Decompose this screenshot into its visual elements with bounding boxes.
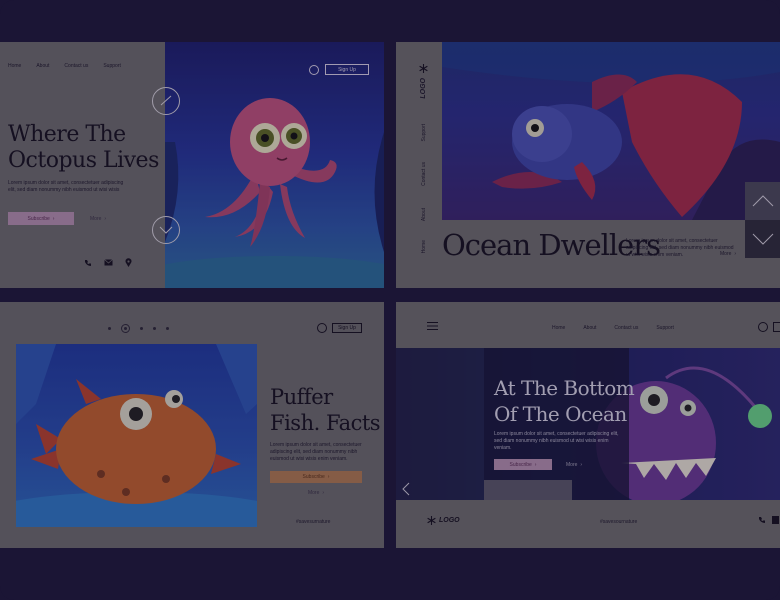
chevron-up-icon — [160, 95, 172, 106]
card-puffer-fish: Sign Up Puffer Fish. Facts Lorem ipsum d… — [0, 302, 384, 548]
bottom-progress-bar — [484, 480, 572, 500]
snowflake-icon — [427, 516, 436, 525]
nav-about[interactable]: About — [36, 63, 49, 69]
nav-contact[interactable]: Contact us — [614, 325, 638, 331]
chevron-right-icon: › — [327, 474, 330, 480]
bottom-footer-icons — [758, 516, 779, 524]
user-icon[interactable] — [758, 322, 768, 332]
chevron-right-icon: › — [534, 461, 537, 468]
location-pin-icon[interactable] — [125, 258, 132, 267]
ocean-nav-home[interactable]: Home — [421, 240, 427, 253]
pagination-dot[interactable] — [108, 327, 111, 330]
chevron-right-icon: › — [52, 215, 55, 222]
bottom-title-line2: Of The Ocean — [494, 402, 627, 426]
ocean-nav-about[interactable]: About — [421, 208, 427, 221]
user-icon[interactable] — [317, 323, 327, 333]
octopus-top-nav: Home About Contact us Support — [8, 63, 121, 69]
pagination-dot-active[interactable] — [121, 324, 130, 333]
phone-icon[interactable] — [758, 516, 766, 524]
octopus-more-label: More — [90, 215, 102, 222]
chevron-down-icon — [159, 226, 173, 234]
octopus-signup-area: Sign Up — [309, 64, 369, 75]
octopus-title-line1: Where The — [8, 122, 126, 147]
card-ocean-bottom: Home About Contact us Support At The Bot… — [396, 302, 780, 548]
bottom-subscribe-label: Subscribe — [509, 461, 532, 468]
chevron-right-icon: › — [322, 489, 325, 496]
betta-fish-illustration — [442, 42, 780, 220]
card-ocean-dwellers: LOGO Support Contact us About Home Ocean… — [396, 42, 780, 288]
puffer-signup-button[interactable]: Sign Up — [332, 323, 362, 333]
nav-support[interactable]: Support — [103, 63, 121, 69]
puffer-title-line2: Fish. Facts — [270, 411, 381, 435]
puffer-signup-area: Sign Up — [317, 323, 362, 333]
octopus-prev-arrow[interactable] — [152, 87, 180, 115]
ocean-logo[interactable]: LOGO — [420, 78, 427, 99]
pagination-dot[interactable] — [166, 327, 169, 330]
puffer-subscribe-label: Subscribe — [302, 474, 325, 480]
octopus-title-line2: Octopus Lives — [8, 148, 159, 173]
bottom-header-icons — [758, 322, 780, 332]
bottom-title-line1: At The Bottom — [494, 376, 635, 400]
user-icon[interactable] — [309, 64, 319, 75]
bottom-more-label: More — [566, 461, 578, 468]
octopus-title: Where The Octopus Lives — [8, 122, 159, 174]
chevron-right-icon: › — [104, 215, 107, 222]
snowflake-icon — [419, 64, 428, 73]
bottom-top-nav: Home About Contact us Support — [552, 325, 674, 331]
puffer-fish-illustration — [0, 344, 286, 536]
hamburger-icon[interactable] — [427, 322, 438, 330]
pagination-dot[interactable] — [153, 327, 156, 330]
ocean-nav-support[interactable]: Support — [421, 124, 427, 142]
chevron-left-icon[interactable] — [402, 482, 410, 496]
puffer-title-line1: Puffer — [270, 385, 333, 409]
mockup-canvas: Home About Contact us Support Where The … — [0, 0, 780, 600]
bottom-body-text: Lorem ipsum dolor sit amet, consectetuer… — [494, 431, 619, 451]
octopus-signup-button[interactable]: Sign Up — [325, 64, 369, 75]
octopus-contact-icons — [84, 258, 132, 267]
bottom-subscribe-button[interactable]: Subscribe › — [494, 459, 552, 470]
card-octopus: Home About Contact us Support Where The … — [0, 42, 384, 288]
ocean-nav-contact[interactable]: Contact us — [421, 162, 427, 186]
bag-icon[interactable] — [773, 322, 780, 332]
ocean-more-label: More — [720, 251, 732, 257]
bottom-hashtag: #savesournature — [600, 519, 638, 525]
octopus-subscribe-button[interactable]: Subscribe › — [8, 212, 74, 225]
puffer-subscribe-button[interactable]: Subscribe › — [270, 471, 362, 483]
puffer-title: Puffer Fish. Facts — [270, 384, 381, 436]
nav-support[interactable]: Support — [656, 325, 674, 331]
phone-icon[interactable] — [84, 259, 92, 267]
mail-icon[interactable] — [104, 259, 113, 266]
chevron-up-icon — [752, 195, 773, 207]
octopus-more-link[interactable]: More › — [90, 212, 106, 225]
ocean-more-link[interactable]: More › — [720, 250, 736, 258]
puffer-more-link[interactable]: More › — [270, 488, 362, 497]
pagination-dot[interactable] — [140, 327, 143, 330]
puffer-hashtag: #savesurnature — [296, 519, 331, 525]
octopus-subscribe-label: Subscribe — [27, 215, 50, 222]
nav-home[interactable]: Home — [552, 325, 565, 331]
puffer-fish-scene — [0, 344, 286, 536]
nav-home[interactable]: Home — [8, 63, 21, 69]
nav-about[interactable]: About — [583, 325, 596, 331]
nav-contact[interactable]: Contact us — [64, 63, 88, 69]
ocean-side-nav: LOGO Support Contact us About Home — [396, 42, 442, 288]
chevron-down-icon — [752, 233, 773, 245]
puffer-more-label: More — [307, 489, 320, 496]
chevron-right-icon: › — [734, 251, 737, 257]
octopus-ocean-scene — [135, 42, 384, 288]
ocean-fish-scene — [442, 42, 780, 220]
chevron-right-icon: › — [580, 461, 583, 468]
bottom-more-link[interactable]: More › — [566, 459, 582, 470]
puffer-body-text: Lorem ipsum dolor sit amet, consectetuer… — [270, 442, 362, 462]
ocean-down-arrow-button[interactable] — [745, 220, 780, 258]
bottom-title: At The Bottom Of The Ocean — [494, 375, 635, 427]
octopus-body-text: Lorem ipsum dolor sit amet, consectetuer… — [8, 180, 124, 193]
ocean-up-arrow-button[interactable] — [745, 182, 780, 220]
bottom-logo[interactable]: LOGO — [439, 517, 460, 524]
mail-icon[interactable] — [772, 516, 779, 524]
octopus-next-arrow[interactable] — [152, 216, 180, 244]
octopus-illustration — [135, 98, 384, 288]
puffer-pagination — [108, 324, 169, 333]
